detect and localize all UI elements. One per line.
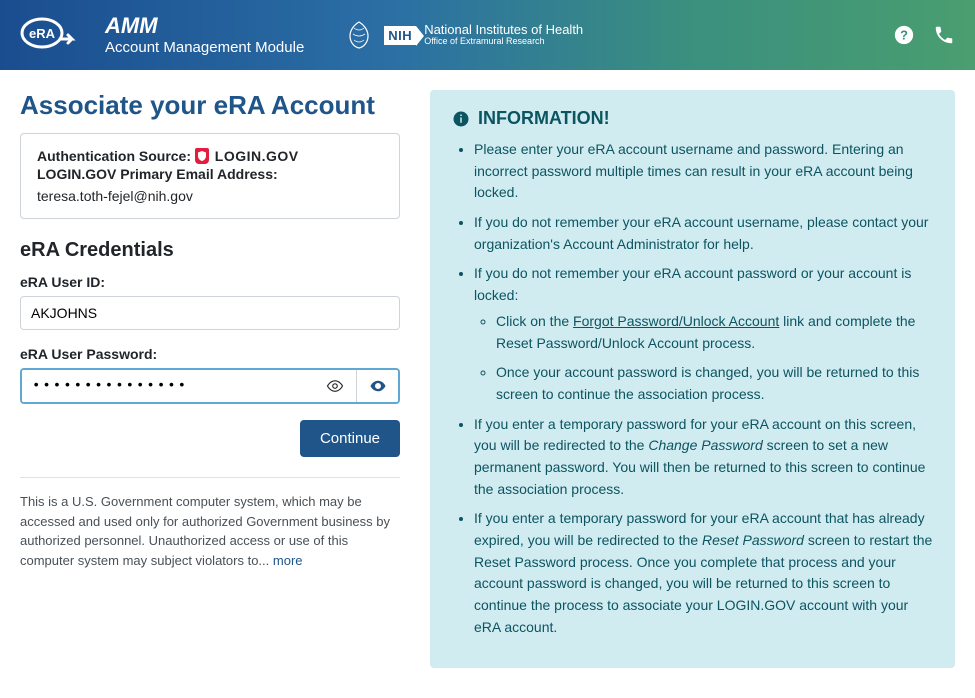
hhs-logo-icon — [344, 20, 374, 50]
app-header: eRA AMM Account Management Module NIH Na… — [0, 0, 975, 70]
divider — [20, 477, 400, 478]
info-sub-bullet: Click on the Forgot Password/Unlock Acco… — [496, 311, 933, 354]
more-link[interactable]: more — [273, 553, 303, 568]
page-title: Associate your eRA Account — [20, 90, 400, 121]
info-icon — [452, 110, 470, 128]
app-title: AMM — [105, 15, 304, 37]
info-bullet: If you enter a temporary password for yo… — [474, 414, 933, 501]
phone-icon[interactable] — [933, 24, 955, 46]
era-logo-icon: eRA — [20, 13, 90, 57]
info-bullet: Please enter your eRA account username a… — [474, 139, 933, 204]
info-bullet: If you enter a temporary password for yo… — [474, 508, 933, 638]
password-label: eRA User Password: — [20, 346, 400, 362]
app-title-block: AMM Account Management Module — [105, 15, 304, 56]
nih-main-text: National Institutes of Health — [424, 23, 583, 37]
auth-source-label: Authentication Source: — [37, 148, 191, 164]
credentials-title: eRA Credentials — [20, 239, 400, 262]
nih-logo-block: NIH National Institutes of Health Office… — [384, 23, 583, 47]
disclaimer-text: This is a U.S. Government computer syste… — [20, 492, 400, 570]
forgot-password-link[interactable]: Forgot Password/Unlock Account — [573, 313, 779, 329]
info-heading: INFORMATION! — [478, 108, 610, 129]
eye-open-icon — [314, 370, 356, 402]
toggle-password-button[interactable] — [356, 370, 398, 402]
nih-logo-box: NIH — [384, 26, 416, 45]
login-gov-shield-icon — [195, 148, 209, 164]
nih-sub-text: Office of Extramural Research — [424, 37, 583, 47]
help-icon[interactable]: ? — [893, 24, 915, 46]
info-bullet: If you do not remember your eRA account … — [474, 212, 933, 255]
continue-button[interactable]: Continue — [300, 420, 400, 457]
auth-email-label: LOGIN.GOV Primary Email Address: — [37, 166, 278, 182]
auth-source-value: LOGIN.GOV — [215, 148, 299, 164]
password-input[interactable] — [22, 370, 314, 402]
svg-text:?: ? — [900, 28, 908, 43]
auth-source-box: Authentication Source: LOGIN.GOV LOGIN.G… — [20, 133, 400, 219]
svg-text:eRA: eRA — [29, 26, 56, 41]
userid-input[interactable] — [20, 296, 400, 330]
app-subtitle: Account Management Module — [105, 39, 304, 56]
userid-label: eRA User ID: — [20, 274, 400, 290]
info-bullet: If you do not remember your eRA account … — [474, 263, 933, 405]
information-panel: INFORMATION! Please enter your eRA accou… — [430, 90, 955, 668]
auth-email-value: teresa.toth-fejel@nih.gov — [37, 188, 383, 204]
info-sub-bullet: Once your account password is changed, y… — [496, 362, 933, 405]
